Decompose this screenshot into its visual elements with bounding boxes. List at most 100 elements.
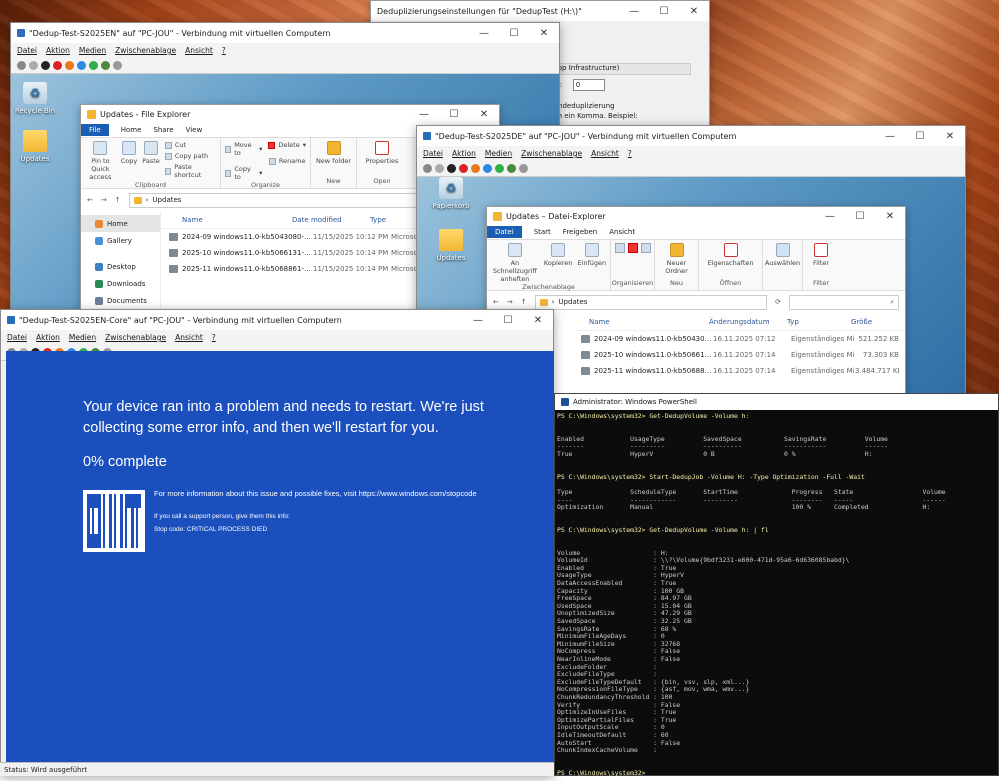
nav-gallery[interactable]: Gallery <box>81 232 160 249</box>
copy-button[interactable]: Kopieren <box>544 243 572 267</box>
menu-datei[interactable]: Datei <box>17 46 37 55</box>
delete-button[interactable]: Delete ▾ <box>268 141 306 149</box>
refresh-icon[interactable]: ⟳ <box>775 298 781 306</box>
save-icon[interactable] <box>65 61 74 70</box>
menu-help[interactable]: ? <box>212 333 216 342</box>
close-icon[interactable]: ✕ <box>935 126 965 146</box>
menu-zwischenablage[interactable]: Zwischenablage <box>105 333 166 342</box>
nav-home[interactable]: Home <box>81 215 160 232</box>
ctrl-alt-del-icon[interactable] <box>17 61 26 70</box>
tab-datei[interactable]: Datei <box>487 226 522 238</box>
pause-icon[interactable] <box>77 61 86 70</box>
paste-button[interactable]: Einfügen <box>577 243 606 267</box>
menu-datei[interactable]: Datei <box>423 149 443 158</box>
papierkorb-desktop-icon[interactable]: ♻ Papierkorb <box>427 177 475 210</box>
menu-ansicht[interactable]: Ansicht <box>175 333 203 342</box>
revert-icon[interactable] <box>519 164 528 173</box>
shutdown-icon[interactable] <box>459 164 468 173</box>
checkpoint-icon[interactable] <box>101 61 110 70</box>
select-button[interactable]: Auswählen <box>765 243 800 267</box>
tab-file[interactable]: File <box>81 124 109 136</box>
nav-desktop[interactable]: Desktop <box>81 258 160 275</box>
save-icon[interactable] <box>471 164 480 173</box>
col-size[interactable]: Größe <box>851 318 872 326</box>
menu-aktion[interactable]: Aktion <box>46 46 70 55</box>
checkpoint-icon[interactable] <box>507 164 516 173</box>
cut-button[interactable]: Cut <box>164 141 216 149</box>
maximize-icon[interactable]: ☐ <box>905 126 935 146</box>
paste-button[interactable]: Paste <box>142 141 160 165</box>
menu-medien[interactable]: Medien <box>69 333 96 342</box>
close-icon[interactable]: ✕ <box>679 1 709 21</box>
table-row[interactable]: 2025-10 windows11.0-kb5066131-x64-nd...1… <box>577 347 905 363</box>
col-type[interactable]: Typ <box>787 318 851 326</box>
minimize-icon[interactable]: — <box>469 23 499 43</box>
menu-help[interactable]: ? <box>628 149 632 158</box>
minimize-icon[interactable]: — <box>815 207 845 225</box>
menu-zwischenablage[interactable]: Zwischenablage <box>521 149 582 158</box>
menu-aktion[interactable]: Aktion <box>452 149 476 158</box>
turn-off-icon[interactable] <box>41 61 50 70</box>
menu-aktion[interactable]: Aktion <box>36 333 60 342</box>
back-icon[interactable]: ← <box>87 196 93 204</box>
new-folder-button[interactable]: New folder <box>316 141 351 165</box>
properties-button[interactable]: Eigenschaften <box>707 243 754 267</box>
tab-share[interactable]: Share <box>153 126 173 134</box>
close-icon[interactable]: ✕ <box>875 207 905 225</box>
menu-medien[interactable]: Medien <box>79 46 106 55</box>
properties-button[interactable]: Properties <box>366 141 398 165</box>
minimum-file-age-input[interactable] <box>573 79 605 91</box>
minimize-icon[interactable]: — <box>875 126 905 146</box>
maximize-icon[interactable]: ☐ <box>649 1 679 21</box>
menu-medien[interactable]: Medien <box>485 149 512 158</box>
close-icon[interactable]: ✕ <box>523 310 553 330</box>
forward-icon[interactable]: → <box>101 196 107 204</box>
menu-ansicht[interactable]: Ansicht <box>185 46 213 55</box>
nav-downloads[interactable]: Downloads <box>81 275 160 292</box>
up-icon[interactable]: ↑ <box>115 196 121 204</box>
turn-off-icon[interactable] <box>447 164 456 173</box>
address-bar[interactable]: › Updates <box>128 192 442 208</box>
col-name[interactable]: Name <box>577 318 709 326</box>
filter-button[interactable]: Filter <box>813 243 829 267</box>
menu-ansicht[interactable]: Ansicht <box>591 149 619 158</box>
powershell-output[interactable]: PS C:\Windows\system32> Get-DedupVolume … <box>555 410 998 781</box>
table-row[interactable]: 2024-09 windows11.0-kb5043080-x64_953...… <box>577 331 905 347</box>
menu-help[interactable]: ? <box>222 46 226 55</box>
up-icon[interactable]: ↑ <box>521 298 527 306</box>
recycle-bin-desktop-icon[interactable]: ♻ Recycle Bin <box>11 82 59 115</box>
maximize-icon[interactable]: ☐ <box>439 105 469 123</box>
reset-icon[interactable] <box>89 61 98 70</box>
close-icon[interactable]: ✕ <box>469 105 499 123</box>
minimize-icon[interactable]: — <box>409 105 439 123</box>
copy-button[interactable]: Copy <box>121 141 137 165</box>
start-icon[interactable] <box>29 61 38 70</box>
col-date[interactable]: Date modified <box>292 216 370 224</box>
search-input[interactable]: ⌕ <box>789 294 899 310</box>
nav-documents[interactable]: Documents <box>81 292 160 309</box>
rename-button[interactable]: Rename <box>268 157 306 165</box>
menu-datei[interactable]: Datei <box>7 333 27 342</box>
tab-ansicht[interactable]: Ansicht <box>609 228 635 236</box>
copy-to-button[interactable]: Copy to ▾ <box>225 165 262 181</box>
maximize-icon[interactable]: ☐ <box>499 23 529 43</box>
powershell-window[interactable]: Administrator: Windows PowerShell PS C:\… <box>554 393 999 777</box>
close-icon[interactable]: ✕ <box>529 23 559 43</box>
col-date[interactable]: Änderungsdatum <box>709 318 787 326</box>
tab-start[interactable]: Start <box>534 228 551 236</box>
paste-shortcut-button[interactable]: Paste shortcut <box>164 163 216 179</box>
updates-desktop-icon[interactable]: Updates <box>427 229 475 262</box>
address-bar[interactable]: › Updates <box>534 294 768 310</box>
col-type[interactable]: Type <box>370 216 386 224</box>
pause-icon[interactable] <box>483 164 492 173</box>
back-icon[interactable]: ← <box>493 298 499 306</box>
revert-icon[interactable] <box>113 61 122 70</box>
pin-quick-access-button[interactable]: An Schnellzugriff anheften <box>491 243 539 283</box>
menu-zwischenablage[interactable]: Zwischenablage <box>115 46 176 55</box>
new-folder-button[interactable]: Neuer Ordner <box>659 243 694 275</box>
reset-icon[interactable] <box>495 164 504 173</box>
move-to-icon[interactable] <box>614 243 625 253</box>
maximize-icon[interactable]: ☐ <box>493 310 523 330</box>
start-icon[interactable] <box>435 164 444 173</box>
rename-icon[interactable] <box>640 243 651 253</box>
